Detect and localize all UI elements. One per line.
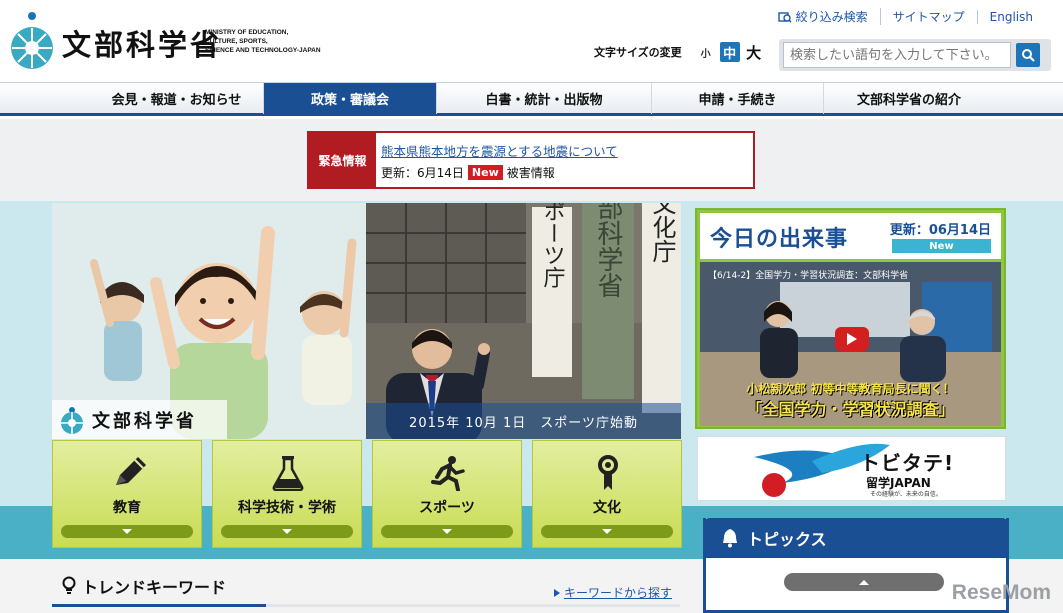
search-by-keyword-link[interactable]: キーワードから探す [553,584,672,601]
category-culture-label: 文化 [593,500,621,516]
new-badge: New [467,165,503,180]
emergency-notice: 緊急情報 熊本県熊本地方を震源とする地震について 更新：6月14日 New 被害… [307,131,755,189]
search-by-keyword-label: キーワードから探す [563,586,672,600]
nav-item-white-papers[interactable]: 白書・統計・出版物 [437,83,652,114]
chevron-down-icon [541,525,673,538]
ministry-logo-icon[interactable] [10,12,54,70]
flask-icon [272,456,304,491]
tobitate-banner[interactable]: トビタテ! 留学JAPAN その経験が、未来の自信。 [697,436,1006,501]
nav-item-press[interactable]: 会見・報道・お知らせ [90,83,264,114]
today-header: 今日の出来事 更新：06月14日 New [697,210,1004,262]
font-size-switcher: 文字サイズの変更 小 中 大 [594,42,764,62]
today-new-badge: New [892,239,991,253]
video-caption-title: 「全国学力・学習状況調査」 [746,400,955,419]
topics-header: トピックス [703,518,1009,558]
chevron-down-icon [221,525,353,538]
runner-icon [431,456,465,491]
video-caption-speaker: 小松親次郎 初等中等教育局長に聞く！ [746,382,955,396]
chevron-down-icon [381,525,513,538]
global-nav: 会見・報道・お知らせ 政策・審議会 白書・統計・出版物 申請・手続き 文部科学省… [0,82,1063,116]
category-education-label: 教育 [113,500,141,516]
mext-sign-text: 文部科学省 [593,203,623,298]
english-label: English [989,9,1033,24]
emergency-band: 緊急情報 熊本県熊本地方を震源とする地震について 更新：6月14日 New 被害… [0,119,1063,201]
hero-logo-text: 文部科学省 [92,410,197,432]
refine-search-label: 絞り込み検索 [795,10,868,24]
today-events-panel: 今日の出来事 更新：06月14日 New 【6/14-2】全国学力・学習状況調査… [695,208,1006,429]
video-player[interactable]: 【6/14-2】全国学力・学習状況調査：文部科学省 小松親次郎 初等中等教育局長… [700,262,1001,426]
category-science-button[interactable]: 科学技術・学術 [212,440,362,548]
logo-text[interactable]: 文部科学省 [62,22,222,64]
nav-item-policy[interactable]: 政策・審議会 [264,83,437,114]
category-culture-button[interactable]: 文化 [532,440,682,548]
tobitate-tagline: その経験が、未来の自信。 [870,491,942,498]
trend-keywords-section: トレンドキーワード キーワードから探す [52,568,680,613]
font-size-small-button[interactable]: 小 [696,42,716,62]
logo-english-text: MINISTRY OF EDUCATION, CULTURE, SPORTS, … [205,29,321,54]
english-link[interactable]: English [976,9,1045,24]
search-box [779,39,1051,71]
today-update-date: 更新：06月14日 [889,223,991,238]
trend-divider [52,604,680,607]
play-button-icon[interactable] [835,327,869,351]
culture-sign-text: 文化庁 [648,203,676,263]
search-input[interactable] [783,42,1011,68]
category-science-label: 科学技術・学術 [238,500,336,516]
chevron-down-icon [61,525,193,538]
earthquake-link[interactable]: 熊本県熊本地方を震源とする地震について [381,141,618,160]
sports-sign-text: スポーツ庁 [540,203,566,288]
refine-search-link[interactable]: 絞り込み検索 [766,8,880,25]
hero-sports-agency-image[interactable]: スポーツ庁 文部科学省 文化庁 2015年 10月 1日 スポーツ庁始動 [366,203,681,439]
pencil-icon [116,457,146,485]
font-size-medium-button[interactable]: 中 [719,42,740,62]
lightbulb-icon [62,576,76,594]
emergency-tag: 緊急情報 [309,133,376,187]
trend-title: トレンドキーワード [62,574,226,598]
tobitate-title: トビタテ! [860,451,955,475]
nav-item-about[interactable]: 文部科学省の紹介 [824,83,994,114]
ribbon-icon [598,455,618,490]
update-date: 更新：6月14日 [381,166,464,180]
search-icon [1022,49,1035,62]
category-education-button[interactable]: 教育 [52,440,202,548]
video-title: 【6/14-2】全国学力・学習状況調査：文部科学省 [708,271,909,281]
scroll-up-button[interactable] [784,573,944,591]
hero-logo: 文部科学省 [52,400,227,439]
today-title: 今日の出来事 [710,226,849,252]
category-sports-label: スポーツ [419,500,475,516]
watermark-logo: ReseMom [951,581,1051,604]
filter-search-icon [777,11,792,22]
sitemap-link[interactable]: サイトマップ [879,8,977,25]
site-header: 文部科学省 MINISTRY OF EDUCATION, CULTURE, SP… [0,0,1063,82]
sitemap-label: サイトマップ [892,10,965,24]
topics-title: トピックス [747,530,827,549]
utility-links: 絞り込み検索 サイトマップ English [766,8,1045,25]
damage-info-link[interactable]: 被害情報 [507,164,555,181]
hero-caption: 2015年 10月 1日 スポーツ庁始動 [366,403,681,439]
trend-title-label: トレンドキーワード [82,578,227,597]
ministry-small-logo-icon [61,406,83,434]
emergency-update: 更新：6月14日 New 被害情報 [381,164,555,181]
nav-item-applications[interactable]: 申請・手続き [652,83,824,114]
search-button[interactable] [1016,43,1040,67]
bell-icon [723,529,737,548]
arrow-right-icon [553,588,560,597]
font-size-label: 文字サイズの変更 [594,46,682,59]
category-sports-button[interactable]: スポーツ [372,440,522,548]
chevron-up-icon [859,579,869,585]
font-size-large-button[interactable]: 大 [744,42,764,62]
